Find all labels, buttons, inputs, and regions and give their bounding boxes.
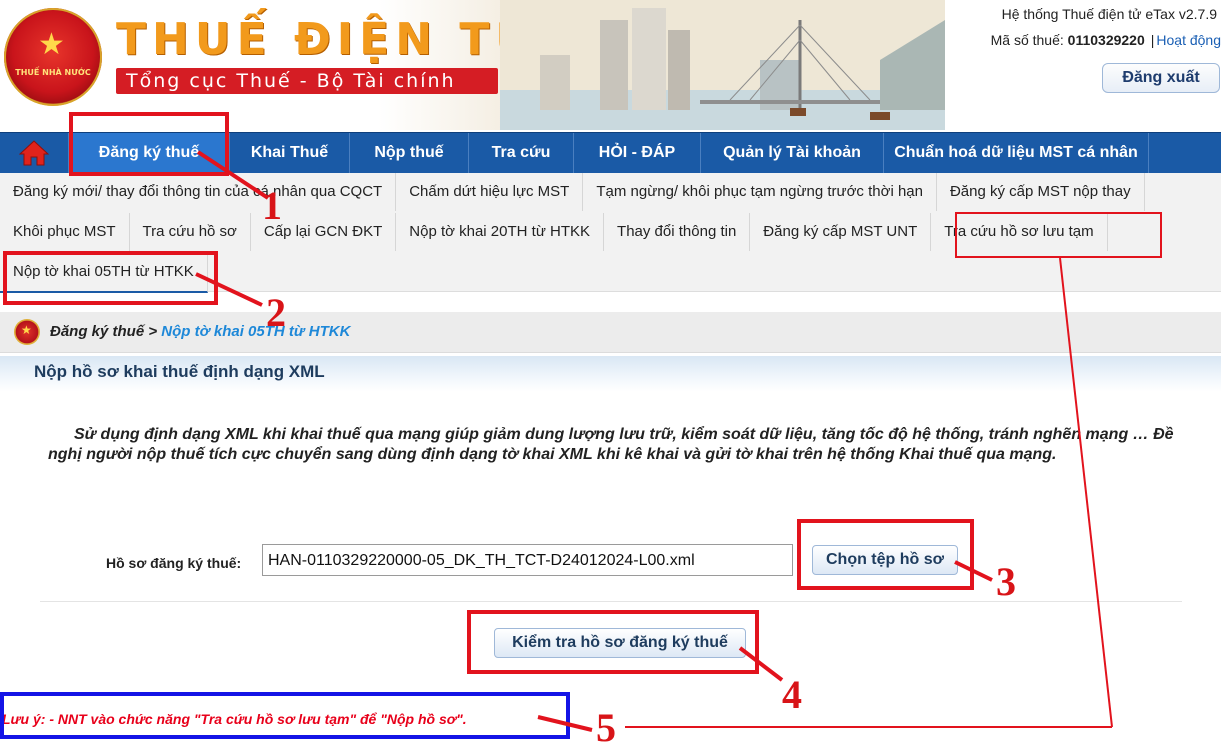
tax-code-label: Mã số thuế: [990,32,1064,48]
city-skyline-illustration [500,0,945,130]
site-subtitle: Tổng cục Thuế - Bộ Tài chính [116,68,498,94]
tax-code-row: Mã số thuế: 0110329220 | Hoạt động [990,32,1221,48]
breadcrumb-current: Nộp tờ khai 05TH từ HTKK [161,323,351,340]
breadcrumb-separator: > [148,323,158,340]
annotation-number-3: 3 [996,559,1016,604]
file-path-input[interactable]: HAN-0110329220000-05_DK_TH_TCT-D24012024… [262,544,793,576]
annotation-box-2 [3,251,218,305]
status-link[interactable]: Hoạt động [1156,32,1221,48]
sub-item-cham-dut-hieu-luc[interactable]: Chấm dứt hiệu lực MST [396,173,584,211]
annotation-number-4: 4 [782,672,802,717]
annotation-box-3 [797,519,974,590]
file-label: Hồ sơ đăng ký thuế: [106,555,242,571]
sub-item-khoi-phuc-mst[interactable]: Khôi phục MST [0,213,130,251]
sub-nav-row: Khôi phục MST Tra cứu hồ sơ Cấp lại GCN … [0,213,1108,251]
sub-item-thay-doi-thong-tin[interactable]: Thay đổi thông tin [604,213,751,251]
site-header: ★ THUẾ NHÀ NƯỚC THUẾ ĐIỆN TỬ Tổng cục Th… [0,0,1221,130]
annotation-box-4 [467,610,759,674]
nav-chuan-hoa-du-lieu[interactable]: Chuẩn hoá dữ liệu MST cá nhân [884,133,1149,173]
nav-nop-thue[interactable]: Nộp thuế [350,133,469,173]
breadcrumb-text: Đăng ký thuế > Nộp tờ khai 05TH từ HTKK [50,323,350,340]
sub-item-nop-to-khai-20th[interactable]: Nộp tờ khai 20TH từ HTKK [396,213,605,251]
nav-khai-thue[interactable]: Khai Thuế [230,133,350,173]
sub-item-tam-ngung[interactable]: Tạm ngừng/ khôi phục tạm ngừng trước thờ… [583,173,937,211]
sub-item-mst-nop-thay[interactable]: Đăng ký cấp MST nộp thay [937,173,1145,211]
nav-hoi-dap[interactable]: HỎI - ĐÁP [574,133,701,173]
emblem-text: THUẾ NHÀ NƯỚC [15,68,91,77]
nav-quan-ly-tai-khoan[interactable]: Quản lý Tài khoản [701,133,884,173]
breadcrumb: Đăng ký thuế > Nộp tờ khai 05TH từ HTKK [0,312,1221,353]
sub-item-mst-unt[interactable]: Đăng ký cấp MST UNT [750,213,932,251]
sub-nav-row: Đăng ký mới/ thay đổi thông tin của cá n… [0,173,1145,211]
site-title: THUẾ ĐIỆN TỬ [116,14,539,65]
sub-item-dang-ky-moi[interactable]: Đăng ký mới/ thay đổi thông tin của cá n… [0,173,397,211]
home-button[interactable] [0,133,69,173]
emblem-icon [14,319,40,345]
annotation-box-5 [0,692,570,739]
page-title-bar: Nộp hồ sơ khai thuế định dạng XML [0,356,1221,392]
home-icon [19,140,49,166]
system-name: Hệ thống Thuế điện tử eTax v2.7.9 [1001,6,1217,22]
tax-code-value: 0110329220 [1067,32,1145,48]
page-title: Nộp hồ sơ khai thuế định dạng XML [34,362,325,381]
logout-button[interactable]: Đăng xuất [1102,63,1220,93]
nav-tra-cuu[interactable]: Tra cứu [469,133,574,173]
xml-notice-text: Sử dụng định dạng XML khi khai thuế qua … [48,426,1174,463]
annotation-number-2: 2 [266,290,286,335]
annotation-box-tra-cuu-luu-tam [955,212,1162,258]
annotation-box-1 [69,112,229,176]
sub-item-tra-cuu-ho-so[interactable]: Tra cứu hồ sơ [130,213,251,251]
tax-emblem-logo: ★ THUẾ NHÀ NƯỚC [4,8,102,106]
breadcrumb-parent[interactable]: Đăng ký thuế [50,323,144,340]
star-icon: ★ [38,28,65,61]
annotation-number-1: 1 [262,183,282,228]
annotation-number-5: 5 [596,705,616,750]
